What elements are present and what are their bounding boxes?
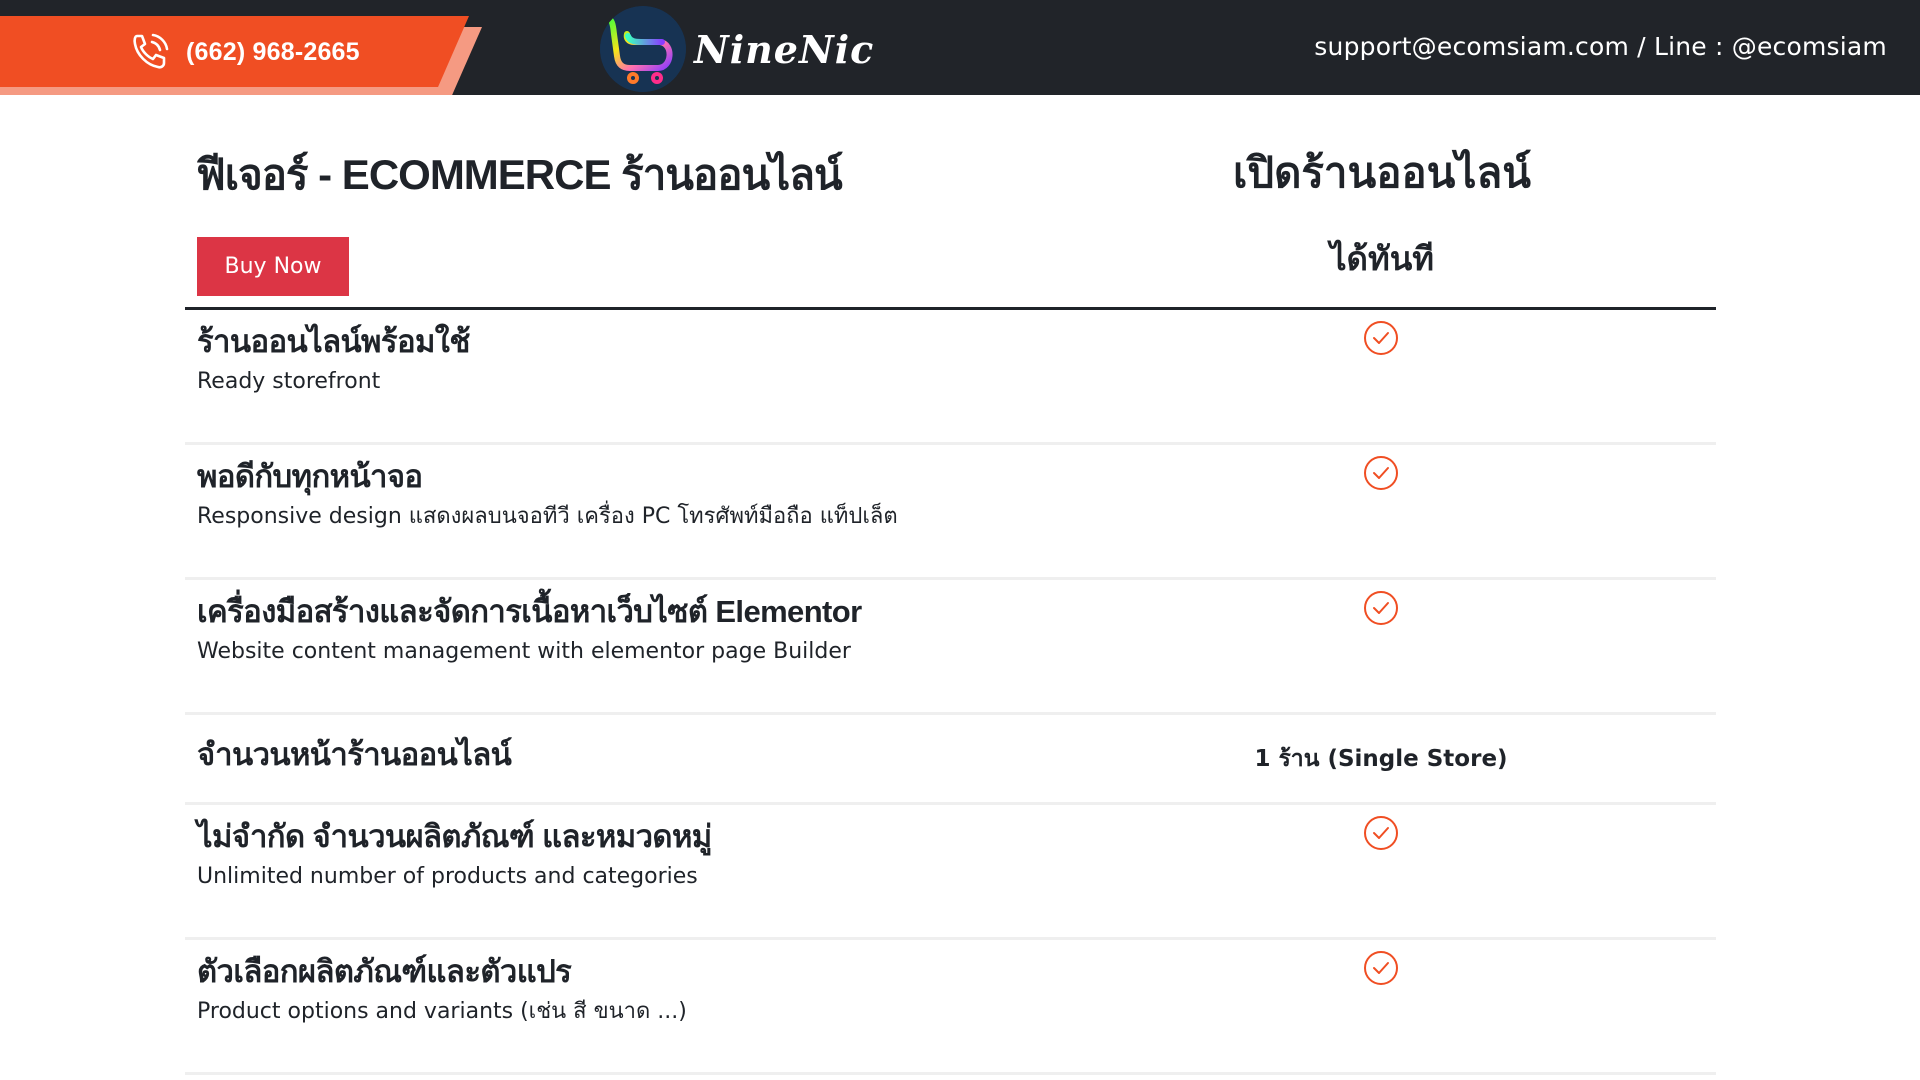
feature-title: ตัวเลือกผลิตภัณฑ์และตัวแปร [197, 954, 572, 989]
feature-cell: ตัวเลือกผลิตภัณฑ์และตัวแปร Product optio… [197, 952, 1197, 1030]
feature-subtitle: Ready storefront [197, 369, 381, 394]
check-circle-icon [1364, 951, 1398, 985]
value-cell: 1 ร้าน (Single Store) [1181, 741, 1581, 777]
plan-column-subtitle: ได้ทันที [1329, 240, 1435, 277]
feature-cell: ร้านออนไลน์พร้อมใช้ Ready storefront [197, 322, 1197, 400]
feature-title: จำนวนหน้าร้านออนไลน์ [197, 737, 512, 772]
feature-title: เครื่องมือสร้างและจัดการเนื้อหาเว็บไซต์ … [197, 594, 862, 629]
feature-row: เครื่องมือสร้างและจัดการเนื้อหาเว็บไซต์ … [185, 580, 1716, 715]
phone-number: (662) 968-2665 [186, 37, 360, 66]
buy-now-button[interactable]: Buy Now [197, 237, 349, 296]
check-circle-icon [1364, 591, 1398, 625]
value-cell [1181, 815, 1581, 851]
value-cell [1181, 590, 1581, 626]
page-title: ฟีเจอร์ - ECOMMERCE ร้านออนไลน์ [196, 151, 843, 198]
value-cell [1181, 455, 1581, 491]
check-circle-icon [1364, 321, 1398, 355]
feature-title: ร้านออนไลน์พร้อมใช้ [197, 324, 470, 359]
feature-subtitle: Product options and variants (เช่น สี ขน… [197, 999, 687, 1024]
feature-row: พอดีกับทุกหน้าจอ Responsive design แสดงผ… [185, 445, 1716, 580]
feature-cell: ไม่จำกัด จำนวนผลิตภัณฑ์ และหมวดหมู่ Unli… [197, 817, 1197, 895]
feature-row: ไม่จำกัด จำนวนผลิตภัณฑ์ และหมวดหมู่ Unli… [185, 805, 1716, 940]
brand-name: NineNic [694, 26, 875, 72]
feature-subtitle: Responsive design แสดงผลบนจอทีวี เครื่อง… [197, 504, 898, 529]
value-cell [1181, 320, 1581, 356]
feature-table: ร้านออนไลน์พร้อมใช้ Ready storefront พอด… [185, 307, 1716, 1075]
phone-call-icon [133, 33, 169, 69]
value-cell [1181, 950, 1581, 986]
feature-row: ตัวเลือกผลิตภัณฑ์และตัวแปร Product optio… [185, 940, 1716, 1075]
feature-row: ร้านออนไลน์พร้อมใช้ Ready storefront [185, 310, 1716, 445]
shopping-cart-icon [600, 6, 686, 92]
feature-value: 1 ร้าน (Single Store) [1254, 746, 1508, 772]
check-circle-icon [1364, 456, 1398, 490]
phone-link[interactable]: (662) 968-2665 [128, 30, 360, 74]
feature-subtitle: Website content management with elemento… [197, 639, 851, 664]
brand-logo[interactable]: NineNic [600, 6, 874, 92]
feature-cell: เครื่องมือสร้างและจัดการเนื้อหาเว็บไซต์ … [197, 592, 1197, 670]
feature-row: จำนวนหน้าร้านออนไลน์ 1 ร้าน (Single Stor… [185, 715, 1716, 805]
plan-column-title: เปิดร้านออนไลน์ [1233, 149, 1531, 196]
feature-title: พอดีกับทุกหน้าจอ [197, 459, 423, 494]
top-bar: (662) 968-2665 NineNic support@ecomsiam.… [0, 0, 1920, 95]
check-circle-icon [1364, 816, 1398, 850]
contact-info: support@ecomsiam.com / Line : @ecomsiam [1314, 32, 1887, 61]
feature-cell: พอดีกับทุกหน้าจอ Responsive design แสดงผ… [197, 457, 1197, 535]
feature-title: ไม่จำกัด จำนวนผลิตภัณฑ์ และหมวดหมู่ [197, 819, 712, 854]
feature-subtitle: Unlimited number of products and categor… [197, 864, 698, 889]
feature-cell: จำนวนหน้าร้านออนไลน์ [197, 735, 1197, 775]
